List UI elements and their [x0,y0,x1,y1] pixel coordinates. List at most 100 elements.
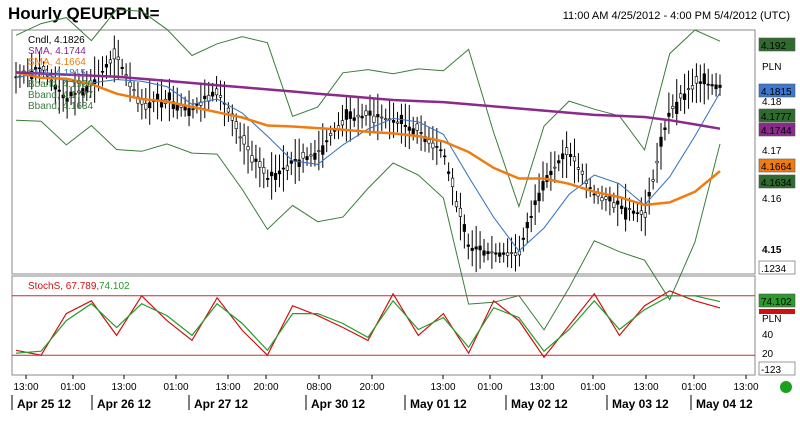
candle-body [266,178,270,180]
candle-body [698,81,702,84]
candle-body [376,114,380,118]
value-tag: 4.192 [758,37,796,52]
value-tag-label: .1234 [761,264,786,275]
candle-body [391,120,396,123]
candle-body [305,156,309,160]
candle-body [517,250,522,256]
candle-body [277,170,282,175]
stoch-tag-label: 74.102 [761,297,792,308]
candle-body [297,159,301,167]
candle-body [120,66,124,69]
value-tag: 4.1815 [758,83,796,98]
candle-body [372,115,376,123]
candle-body [549,170,553,176]
candle-body [360,115,364,119]
candle-body [301,152,305,159]
candle-body [702,73,706,85]
candle-body [187,108,191,117]
candle-body [356,114,360,118]
candle-body [384,118,388,120]
candle-body [529,215,533,218]
candle-body [604,196,608,200]
candle-body [116,56,120,61]
candle-body [486,251,490,255]
candle-body [718,84,722,88]
candle-body [403,125,407,127]
candle-body [466,244,470,247]
stoch-legend-label: StochS, 67.789, [28,281,99,292]
candle-body [462,224,466,232]
candle-body [167,92,171,101]
candle-body [631,210,636,214]
candle-body [270,171,274,177]
time-label: 08:00 [306,382,331,393]
candle-body [262,167,266,174]
legend-item: Cndl, 4.1826 [28,35,85,46]
candle-body [450,177,455,187]
time-label: 01:00 [580,382,605,393]
price-y-tick: 4.15 [762,245,782,256]
currency-label: PLN [762,62,781,73]
candle-body [565,147,569,155]
candle-body [600,197,604,202]
candle-body [191,108,195,111]
candle-body [368,110,372,116]
candle-body [624,207,628,220]
legend-item: SMA, 4.1815 [28,68,86,79]
candle-body [285,165,289,171]
value-tag: .1234 [758,260,796,275]
value-tag-label: 4.1664 [761,162,792,173]
time-label: 13:00 [13,382,38,393]
candle-body [344,109,348,120]
candle-body [124,74,128,77]
status-indicator-icon[interactable] [780,381,792,393]
candle-body [332,130,337,132]
candle-body [226,107,230,113]
candle-body [183,106,187,111]
chart-svg[interactable]: Cndl, 4.1826SMA, 4.1744SMA, 4.1664SMA, 4… [0,0,800,431]
candle-body [655,160,659,164]
candle-body [690,85,695,90]
stoch-y-tick: 40 [762,330,774,341]
candle-body [104,64,109,68]
candle-body [254,158,258,162]
legend-item: Bband, 4.1777 [28,90,93,101]
candle-body [348,111,352,119]
value-tag-label: 4.1777 [761,112,792,123]
candle-body [132,89,136,92]
candle-body [439,149,443,152]
candle-body [639,210,643,215]
candle-body [592,193,596,196]
candle-body [419,132,423,134]
price-panel-frame [11,29,756,275]
candle-body [663,127,667,131]
candle-body [470,247,474,251]
stoch-y-tick: 20 [762,349,774,360]
candle-body [317,150,321,152]
price-y-tick: 4.17 [762,146,782,157]
value-tag: 4.1744 [758,122,796,137]
candle-body [612,202,616,208]
date-label: Apr 26 12 [97,397,151,411]
candle-body [329,133,333,136]
date-label: May 03 12 [612,397,669,411]
candle-body [415,123,419,131]
time-label: 01:00 [60,382,85,393]
candle-body [474,246,478,250]
candle-body [411,128,415,135]
candle-body [352,117,356,121]
candle-body [659,136,663,147]
date-label: May 01 12 [410,397,467,411]
candle-body [498,252,502,257]
candle-body [513,252,518,256]
candle-body [273,173,278,180]
candle-body [521,237,525,240]
candle-body [340,120,345,126]
candle-body [525,222,529,229]
legend-item: Bband, 4.1634 [28,101,93,112]
candle-body [100,71,105,73]
candle-body [250,155,254,163]
candle-body [218,95,223,98]
candle-body [647,192,651,197]
candle-body [679,93,683,99]
